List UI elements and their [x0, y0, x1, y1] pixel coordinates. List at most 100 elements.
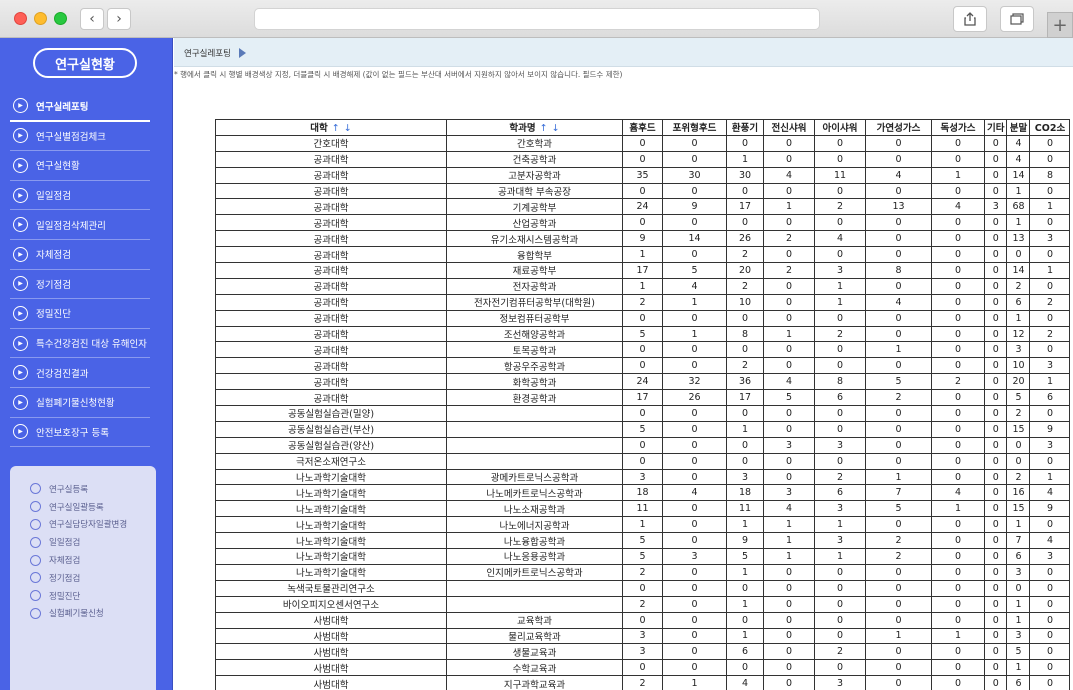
sidebar-menu-item[interactable]: ▶ 연구실별점검체크 — [10, 122, 150, 152]
table-row[interactable]: 공과대학 전자공학과 1 4 2 0 1 0 0 0 2 0 — [215, 277, 1071, 295]
sidebar-menu-item[interactable]: ▶ 실험폐기물신청현황 — [10, 388, 150, 418]
sidebar-menu-item[interactable]: ▶ 정기점검 — [10, 270, 150, 300]
table-cell: 15 — [1006, 500, 1031, 518]
table-row[interactable]: 공과대학 고분자공학과 35 30 30 4 11 4 1 0 14 8 — [215, 166, 1071, 184]
sidebar-menu-item[interactable]: ▶ 일일점검삭제관리 — [10, 210, 150, 240]
submenu-item[interactable]: 자체점검 — [30, 551, 156, 569]
table-row[interactable]: 공동실험실습관(밀양) 0 0 0 0 0 0 0 0 2 0 — [215, 405, 1071, 422]
table-row[interactable]: 바이오피지오센서연구소 2 0 1 0 0 0 0 0 1 0 — [215, 595, 1071, 613]
table-header-cell[interactable]: 대학 ↑ ↓ — [215, 119, 447, 136]
table-cell: 1 — [1006, 309, 1031, 327]
table-cell: 0 — [814, 150, 866, 168]
table-row[interactable]: 사범대학 수학교육과 0 0 0 0 0 0 0 0 1 0 — [215, 659, 1071, 677]
table-row[interactable]: 극저온소재연구소 0 0 0 0 0 0 0 0 0 0 — [215, 452, 1071, 470]
minimize-window-button[interactable] — [34, 12, 47, 25]
table-cell: 0 — [865, 420, 932, 438]
table-header-cell[interactable]: 학과명 ↑ ↓ — [446, 119, 623, 136]
table-cell: 전자공학과 — [446, 277, 623, 295]
table-cell: 1 — [1006, 659, 1031, 677]
table-row[interactable]: 공과대학 항공우주공학과 0 0 2 0 0 0 0 0 10 3 — [215, 357, 1071, 375]
table-row[interactable]: 공과대학 유기소재시스템공학과 9 14 26 2 4 0 0 0 13 3 — [215, 230, 1071, 248]
table-row[interactable]: 공과대학 전자전기컴퓨터공학부(대학원) 2 1 10 0 1 4 0 0 6 2 — [215, 293, 1071, 311]
sidebar-menu-item[interactable]: ▶ 정밀진단 — [10, 299, 150, 329]
table-cell: 공과대학 — [215, 357, 447, 375]
table-cell: 17 — [726, 389, 764, 407]
table-row[interactable]: 공과대학 정보컴퓨터공학부 0 0 0 0 0 0 0 0 1 0 — [215, 309, 1071, 327]
new-tab-button[interactable]: + — [1047, 12, 1073, 38]
sidebar-menu-item[interactable]: ▶ 특수건강검진 대상 유해인자 — [10, 329, 150, 359]
table-cell: 1 — [662, 675, 727, 690]
table-cell: 3 — [662, 548, 727, 565]
table-cell: 0 — [763, 452, 815, 470]
table-header-cell: 흄후드 — [622, 119, 663, 136]
table-row[interactable]: 공과대학 융합학부 1 0 2 0 0 0 0 0 0 0 — [215, 246, 1071, 264]
sidebar-menu-item[interactable]: ▶ 일일점검 — [10, 181, 150, 211]
table-row[interactable]: 공동실험실습관(부산) 5 0 1 0 0 0 0 0 15 9 — [215, 420, 1071, 438]
table-cell: 0 — [1006, 452, 1031, 470]
table-row[interactable]: 공과대학 공과대학 부속공장 0 0 0 0 0 0 0 0 1 0 — [215, 182, 1071, 200]
table-row[interactable]: 나노과학기술대학 인지메카트로닉스공학과 2 0 1 0 0 0 0 0 3 0 — [215, 563, 1071, 581]
submenu-item[interactable]: 연구실일괄등록 — [30, 498, 156, 516]
sort-ascending-icon[interactable]: ↑ — [332, 123, 340, 134]
table-cell — [446, 595, 623, 613]
table-row[interactable]: 공과대학 토목공학과 0 0 0 0 0 1 0 0 3 0 — [215, 341, 1071, 359]
sidebar-menu-item[interactable]: ▶ 자체점검 — [10, 240, 150, 270]
forward-button[interactable]: › — [107, 8, 131, 30]
submenu-item[interactable]: 실험폐기물신청 — [30, 605, 156, 623]
table-row[interactable]: 공과대학 기계공학부 24 9 17 1 2 13 4 3 68 1 — [215, 198, 1071, 216]
sidebar-menu-item[interactable]: ▶ 건강검진결과 — [10, 358, 150, 388]
table-row[interactable]: 공과대학 재료공학부 17 5 20 2 3 8 0 0 14 1 — [215, 262, 1071, 279]
table-row[interactable]: 공과대학 조선해양공학과 5 1 8 1 2 0 0 0 12 2 — [215, 325, 1071, 343]
table-header-cell: 포위형후드 — [662, 119, 727, 136]
table-cell — [446, 436, 623, 454]
share-button[interactable] — [953, 6, 987, 32]
sidebar-title-button[interactable]: 연구실현황 — [33, 48, 137, 78]
table-cell: 8 — [814, 373, 866, 391]
submenu-item[interactable]: 정기점검 — [30, 569, 156, 587]
table-row[interactable]: 나노과학기술대학 나노소재공학과 11 0 11 4 3 5 1 0 15 9 — [215, 500, 1071, 518]
table-row[interactable]: 간호대학 간호학과 0 0 0 0 0 0 0 0 4 0 — [215, 134, 1071, 152]
sort-ascending-icon[interactable]: ↑ — [540, 123, 548, 134]
table-row[interactable]: 공과대학 건축공학과 0 0 1 0 0 0 0 0 4 0 — [215, 150, 1071, 168]
table-row[interactable]: 나노과학기술대학 나노융합공학과 5 0 9 1 3 2 0 0 7 4 — [215, 532, 1071, 550]
table-cell: 공과대학 — [215, 325, 447, 343]
table-cell: 0 — [865, 214, 932, 232]
table-cell: 0 — [726, 436, 764, 454]
table-row[interactable]: 공과대학 산업공학과 0 0 0 0 0 0 0 0 1 0 — [215, 214, 1071, 232]
table-cell: 1 — [1006, 516, 1031, 534]
maximize-window-button[interactable] — [54, 12, 67, 25]
close-window-button[interactable] — [14, 12, 27, 25]
table-row[interactable]: 나노과학기술대학 광메카트로닉스공학과 3 0 3 0 2 1 0 0 2 1 — [215, 468, 1071, 486]
table-cell: 18 — [726, 484, 764, 502]
table-cell: 0 — [814, 595, 866, 613]
address-bar[interactable] — [254, 8, 820, 30]
sidebar-menu-item[interactable]: ▶ 안전보호장구 등록 — [10, 418, 150, 448]
tab-overview-button[interactable] — [1000, 6, 1034, 32]
table-row[interactable]: 사범대학 물리교육학과 3 0 1 0 0 1 1 0 3 0 — [215, 627, 1071, 645]
table-row[interactable]: 사범대학 생물교육과 3 0 6 0 2 0 0 0 5 0 — [215, 643, 1071, 661]
table-row[interactable]: 녹색국토물관리연구소 0 0 0 0 0 0 0 0 0 0 — [215, 579, 1071, 597]
table-row[interactable]: 나노과학기술대학 나노메카트로닉스공학과 18 4 18 3 6 7 4 0 16 4 — [215, 484, 1071, 502]
table-cell: 4 — [865, 166, 932, 184]
table-cell: 1 — [865, 627, 932, 645]
table-cell: 0 — [983, 563, 1008, 581]
sort-descending-icon[interactable]: ↓ — [344, 123, 352, 134]
table-row[interactable]: 공과대학 화학공학과 24 32 36 4 8 5 2 0 20 1 — [215, 373, 1071, 391]
table-row[interactable]: 공동실험실습관(양산) 0 0 0 3 3 0 0 0 0 3 — [215, 436, 1071, 454]
sort-descending-icon[interactable]: ↓ — [552, 123, 560, 134]
table-row[interactable]: 사범대학 교육학과 0 0 0 0 0 0 0 0 1 0 — [215, 611, 1071, 629]
table-row[interactable]: 사범대학 지구과학교육과 2 1 4 0 3 0 0 0 6 0 — [215, 675, 1071, 690]
table-row[interactable]: 나노과학기술대학 나노에너지공학과 1 0 1 1 1 0 0 0 1 0 — [215, 516, 1071, 534]
table-row[interactable]: 나노과학기술대학 나노응용공학과 5 3 5 1 1 2 0 0 6 3 — [215, 548, 1071, 565]
circle-chevron-right-icon: ▶ — [13, 305, 28, 321]
submenu-item[interactable]: 연구실담당자일괄변경 — [30, 516, 156, 534]
table-row[interactable]: 공과대학 환경공학과 17 26 17 5 6 2 0 0 5 6 — [215, 389, 1071, 407]
submenu-item[interactable]: 일일점검 — [30, 533, 156, 551]
submenu-item[interactable]: 정밀진단 — [30, 587, 156, 605]
back-button[interactable]: ‹ — [80, 8, 104, 30]
sidebar-menu-item[interactable]: ▶ 연구실현황 — [10, 151, 150, 181]
submenu-item[interactable]: 연구실등록 — [30, 480, 156, 498]
table-cell: 32 — [662, 373, 727, 391]
sidebar-menu-item[interactable]: ▶ 연구실레포팅 — [10, 92, 150, 122]
table-header-cell: CO2소 — [1029, 119, 1071, 136]
